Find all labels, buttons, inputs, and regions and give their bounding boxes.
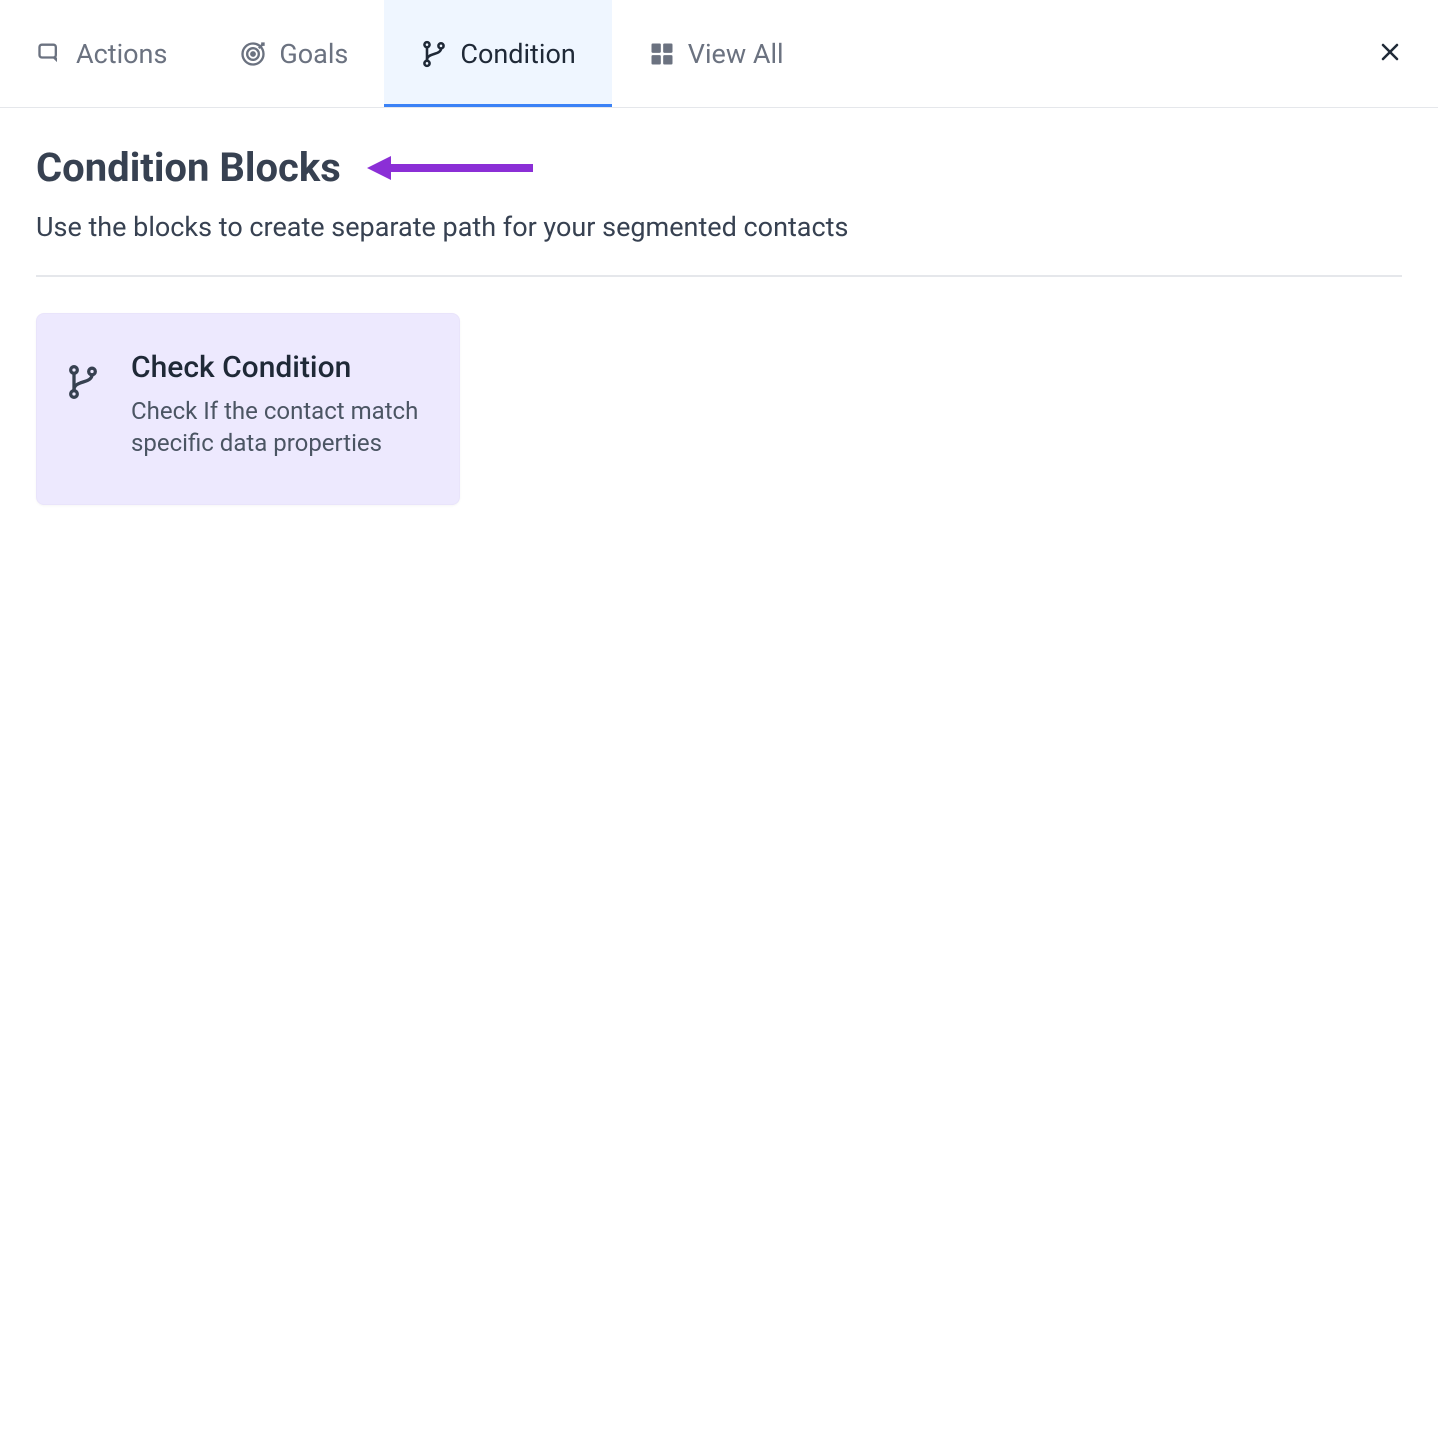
tab-label: View All bbox=[688, 38, 784, 70]
tab-actions[interactable]: Actions bbox=[0, 0, 203, 107]
tabs-list: Actions Goals bbox=[0, 0, 820, 107]
tab-condition[interactable]: Condition bbox=[384, 0, 611, 107]
tab-label: Condition bbox=[460, 38, 575, 70]
goal-icon bbox=[239, 40, 267, 68]
close-icon bbox=[1378, 40, 1402, 68]
arrow-left-icon bbox=[365, 154, 535, 182]
tab-view-all[interactable]: View All bbox=[612, 0, 820, 107]
tab-goals[interactable]: Goals bbox=[203, 0, 384, 107]
close-button[interactable] bbox=[1374, 38, 1406, 70]
tab-label: Actions bbox=[76, 38, 167, 70]
block-text: Check Condition Check If the contact mat… bbox=[131, 350, 431, 460]
block-title: Check Condition bbox=[131, 350, 431, 385]
blocks-area: Check Condition Check If the contact mat… bbox=[36, 313, 1402, 505]
branch-icon bbox=[420, 40, 448, 68]
page-title: Condition Blocks bbox=[36, 144, 341, 191]
page-subtitle: Use the blocks to create separate path f… bbox=[36, 211, 1402, 277]
grid-icon bbox=[648, 40, 676, 68]
block-check-condition[interactable]: Check Condition Check If the contact mat… bbox=[36, 313, 460, 505]
content-area: Condition Blocks Use the blocks to creat… bbox=[0, 108, 1438, 505]
tab-label: Goals bbox=[279, 38, 348, 70]
action-icon bbox=[36, 40, 64, 68]
header-row: Condition Blocks bbox=[36, 144, 1402, 191]
block-description: Check If the contact match specific data… bbox=[131, 395, 431, 460]
branch-icon bbox=[65, 364, 101, 400]
tabs-bar: Actions Goals bbox=[0, 0, 1438, 108]
